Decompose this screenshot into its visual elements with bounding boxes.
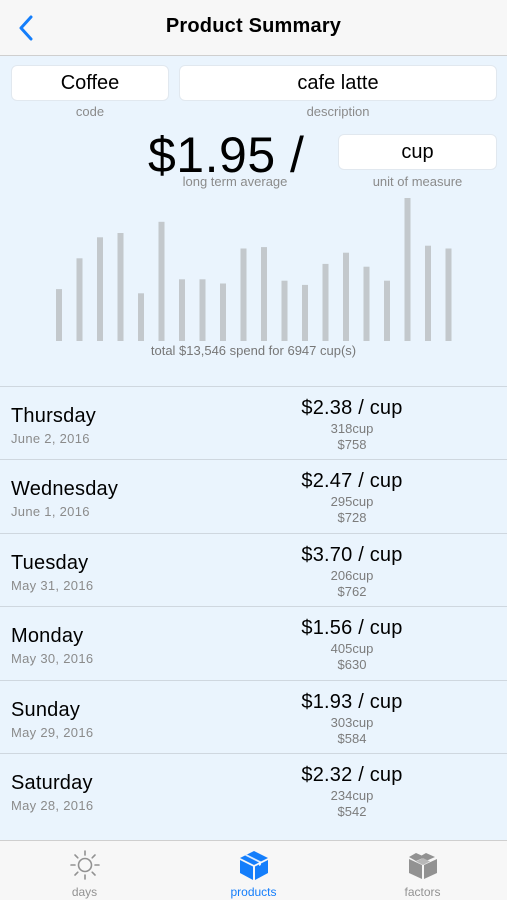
day-amount: $728 — [337, 510, 367, 526]
description-caption: description — [306, 104, 370, 119]
day-quantity: 295cup — [330, 494, 374, 510]
day-quantity: 303cup — [330, 714, 374, 730]
day-rate: $1.56 / cup — [301, 617, 403, 640]
tab-factors-label: factors — [404, 885, 441, 899]
chart-bar — [117, 233, 124, 341]
spend-chart — [56, 198, 452, 341]
day-amount: $762 — [337, 583, 367, 599]
chart-bar — [261, 247, 267, 341]
day-quantity: 234cup — [330, 787, 374, 803]
chart-total-label: total $13,546 spend for 6947 cup(s) — [150, 343, 357, 358]
code-caption: code — [75, 104, 105, 119]
unit-caption: unit of measure — [372, 174, 463, 189]
day-rate: $3.70 / cup — [301, 543, 403, 566]
chart-bar — [363, 266, 370, 341]
chart-bar — [281, 280, 288, 341]
day-name: Monday — [11, 625, 84, 648]
day-rate: $2.38 / cup — [301, 397, 403, 419]
day-amount: $630 — [337, 657, 367, 673]
list-item[interactable]: Saturday May 28, 2016 $2.32 / cup 234cup $54… — [0, 752, 507, 826]
chart-bar — [220, 283, 226, 341]
chart-bar — [179, 279, 185, 341]
chart-bar — [404, 198, 411, 341]
day-date: May 28, 2016 — [11, 797, 94, 813]
day-quantity: 318cup — [330, 421, 374, 436]
list-item[interactable]: Thursday June 2, 2016 $2.38 / cup 318cup $75… — [0, 386, 507, 459]
list-item[interactable]: Sunday May 29, 2016 $1.93 / cup 303cup $584 — [0, 679, 507, 753]
day-date: May 30, 2016 — [11, 651, 94, 667]
code-field[interactable]: Coffee — [11, 65, 169, 101]
day-date: June 2, 2016 — [11, 431, 90, 446]
chart-bar — [445, 248, 452, 341]
chart-bar — [158, 221, 165, 341]
day-name: Tuesday — [11, 551, 89, 574]
day-rate: $2.32 / cup — [301, 763, 403, 786]
day-amount: $584 — [337, 730, 367, 746]
day-rate: $2.47 / cup — [301, 470, 403, 493]
day-name: Saturday — [11, 771, 93, 794]
chart-bar — [343, 252, 349, 341]
chart-bar — [56, 289, 62, 341]
tab-days-label: days — [71, 885, 98, 899]
list-item[interactable]: Wednesday June 1, 2016 $2.47 / cup 295cup $7… — [0, 459, 507, 532]
tab-products-label: products — [230, 885, 277, 899]
tab-days[interactable]: days — [0, 841, 169, 900]
day-date: June 1, 2016 — [11, 504, 90, 520]
box-icon — [237, 849, 271, 886]
average-price-caption: long term average — [182, 174, 288, 189]
unit-field[interactable]: cup — [338, 134, 497, 170]
day-name: Sunday — [11, 698, 81, 721]
day-list: Thursday June 2, 2016 $2.38 / cup 318cup $75… — [0, 386, 507, 826]
page-title: Product Summary — [165, 15, 342, 37]
tab-products[interactable]: products — [169, 841, 338, 900]
day-name: Thursday — [11, 405, 96, 427]
chart-bar — [425, 245, 431, 341]
chart-bar — [138, 293, 144, 341]
boxes-icon — [406, 849, 440, 886]
day-quantity: 405cup — [330, 641, 374, 657]
chart-bar — [240, 248, 247, 341]
tab-bar: days products factors — [0, 840, 507, 900]
chart-bar — [302, 284, 308, 341]
chart-bar — [76, 258, 83, 341]
day-date: May 29, 2016 — [11, 724, 94, 740]
description-field[interactable]: cafe latte — [179, 65, 497, 101]
chart-bar — [199, 279, 206, 341]
chart-bar — [322, 263, 329, 341]
day-name: Wednesday — [11, 478, 119, 501]
day-amount: $758 — [337, 437, 367, 452]
list-item[interactable]: Tuesday May 31, 2016 $3.70 / cup 206cup $762 — [0, 532, 507, 606]
sun-icon — [68, 849, 102, 886]
chart-bar — [97, 237, 103, 341]
chart-bar — [384, 280, 390, 341]
day-quantity: 206cup — [330, 567, 374, 583]
day-rate: $1.93 / cup — [301, 690, 403, 713]
day-amount: $542 — [337, 803, 367, 819]
navigation-bar: Product Summary — [0, 0, 507, 56]
tab-factors[interactable]: factors — [338, 841, 507, 900]
day-date: May 31, 2016 — [11, 577, 94, 593]
list-item[interactable]: Monday May 30, 2016 $1.56 / cup 405cup $630 — [0, 606, 507, 679]
